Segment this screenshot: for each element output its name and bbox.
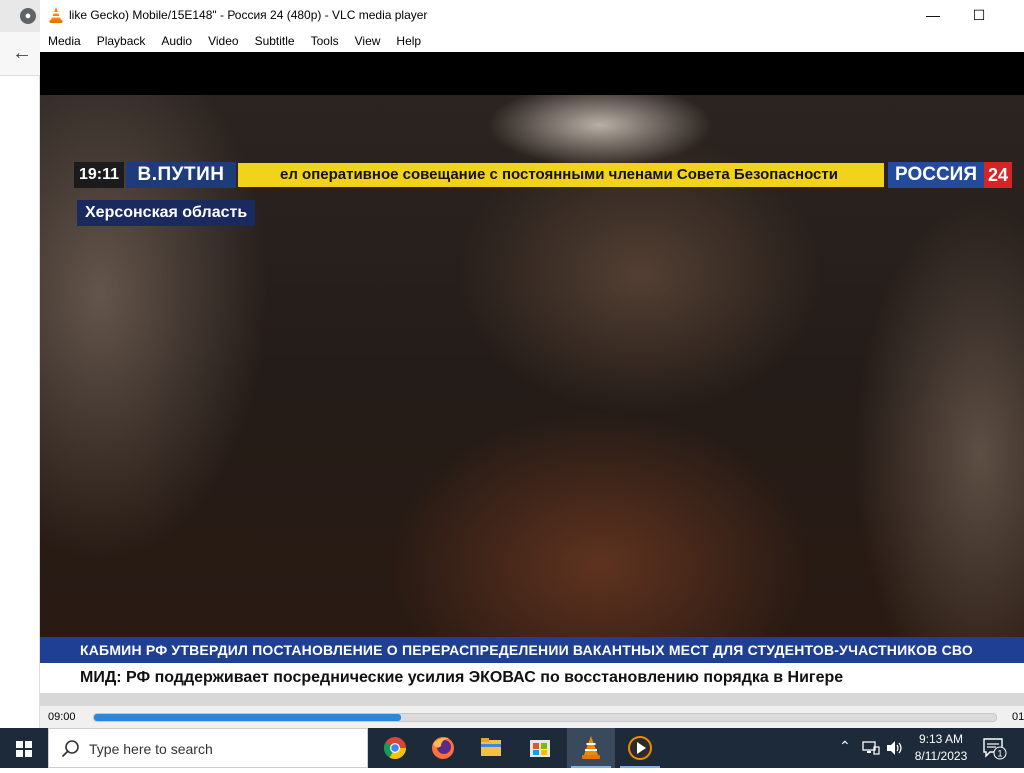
taskbar-vlc[interactable] bbox=[567, 728, 615, 768]
channel-number: 24 bbox=[984, 162, 1012, 188]
network-icon[interactable] bbox=[862, 740, 880, 756]
news-crawl-top: КАБМИН РФ УТВЕРДИЛ ПОСТАНОВЛЕНИЕ О ПЕРЕР… bbox=[40, 637, 1024, 663]
start-button[interactable] bbox=[0, 728, 48, 768]
total-time: 01 bbox=[1012, 711, 1024, 723]
globe-icon[interactable]: ● bbox=[20, 8, 36, 24]
search-placeholder: Type here to search bbox=[89, 741, 213, 757]
vlc-icon bbox=[582, 736, 600, 759]
playback-controls: 09:00 01 bbox=[40, 706, 1024, 728]
windows-logo-icon bbox=[16, 741, 32, 757]
notification-count: 1 bbox=[997, 749, 1002, 759]
menu-audio[interactable]: Audio bbox=[153, 31, 200, 52]
minimize-button[interactable]: — bbox=[910, 0, 956, 31]
menu-view[interactable]: View bbox=[347, 31, 389, 52]
clock-date[interactable]: 8/11/2023 bbox=[906, 749, 976, 763]
video-area[interactable]: 19:11 В.ПУТИН ел оперативное совещание с… bbox=[40, 52, 1024, 706]
seek-progress bbox=[94, 714, 401, 721]
chrome-icon bbox=[384, 737, 406, 759]
menu-help[interactable]: Help bbox=[388, 31, 429, 52]
taskbar-file-explorer[interactable] bbox=[467, 728, 515, 768]
elapsed-time: 09:00 bbox=[48, 711, 76, 723]
volume-icon[interactable] bbox=[886, 740, 904, 756]
taskbar-search-box[interactable]: Type here to search bbox=[48, 728, 368, 768]
menu-bar: Media Playback Audio Video Subtitle Tools View… bbox=[40, 31, 1024, 52]
maximize-button[interactable]: ☐ bbox=[956, 0, 1002, 31]
back-arrow-icon[interactable]: ← bbox=[12, 42, 32, 65]
region-caption: Херсонская область bbox=[77, 200, 256, 226]
menu-media[interactable]: Media bbox=[40, 31, 89, 52]
window-title: like Gecko) Mobile/15E148" - Россия 24 (… bbox=[69, 8, 428, 22]
taskbar-media-player[interactable] bbox=[616, 728, 664, 768]
background-browser-window: ● ← bbox=[0, 0, 40, 728]
chevron-up-icon[interactable]: ⌃ bbox=[839, 738, 851, 755]
vlc-window: like Gecko) Mobile/15E148" - Россия 24 (… bbox=[40, 0, 1024, 728]
headline-ticker: ел оперативное совещание с постоянными ч… bbox=[238, 163, 884, 187]
seek-slider[interactable] bbox=[93, 713, 997, 722]
firefox-icon bbox=[432, 737, 454, 759]
news-crawl-bottom: МИД: РФ поддерживает посреднические усил… bbox=[40, 663, 1024, 693]
taskbar-store[interactable] bbox=[516, 728, 564, 768]
video-frame: 19:11 В.ПУТИН ел оперативное совещание с… bbox=[40, 95, 1024, 706]
taskbar-firefox[interactable] bbox=[419, 728, 467, 768]
crawl-strip bbox=[40, 693, 1024, 706]
search-icon bbox=[61, 740, 79, 758]
speaker-name: В.ПУТИН bbox=[126, 162, 236, 188]
menu-subtitle[interactable]: Subtitle bbox=[247, 31, 303, 52]
notification-icon[interactable]: 1 bbox=[982, 736, 1008, 760]
title-bar[interactable]: like Gecko) Mobile/15E148" - Россия 24 (… bbox=[40, 0, 1024, 31]
store-icon bbox=[530, 740, 550, 757]
menu-tools[interactable]: Tools bbox=[303, 31, 347, 52]
taskbar: Type here to search ⌃ 9:13 AM 8/11/2023 … bbox=[0, 728, 1024, 768]
file-explorer-icon bbox=[481, 738, 501, 756]
menu-playback[interactable]: Playback bbox=[89, 31, 154, 52]
channel-logo: РОССИЯ bbox=[888, 162, 984, 188]
menu-video[interactable]: Video bbox=[200, 31, 246, 52]
broadcast-time: 19:11 bbox=[74, 162, 124, 188]
taskbar-chrome[interactable] bbox=[371, 728, 419, 768]
vlc-cone-icon bbox=[49, 7, 63, 23]
clock-time[interactable]: 9:13 AM bbox=[906, 732, 976, 746]
media-player-icon bbox=[628, 736, 652, 760]
news-lower-third: 19:11 В.ПУТИН ел оперативное совещание с… bbox=[74, 162, 1014, 188]
